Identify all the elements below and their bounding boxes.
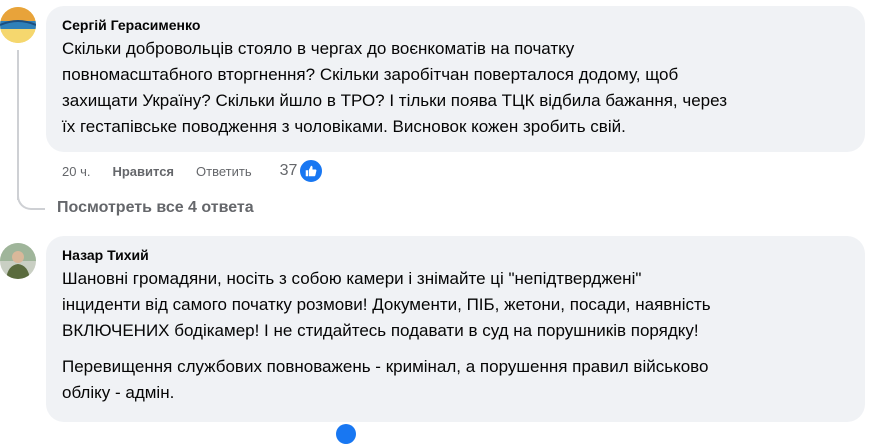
comment-text: Шановні громадяни, носіть з собою камери…	[62, 266, 853, 344]
avatar[interactable]	[0, 243, 36, 279]
comment-text: Перевищення службових повноважень - крим…	[62, 354, 853, 406]
thread-connector	[17, 190, 45, 210]
comment-text-line: їх гестапівське поводження з чоловіками.…	[62, 117, 626, 136]
comment-text-line: Перевищення службових повноважень - крим…	[62, 357, 709, 376]
avatar-image	[0, 7, 36, 43]
comment-timestamp[interactable]: 20 ч.	[62, 164, 90, 179]
reply-button[interactable]: Ответить	[196, 164, 252, 179]
comment-author[interactable]: Назар Тихий	[62, 246, 853, 264]
view-replies-link[interactable]: Посмотреть все 4 ответа	[57, 199, 254, 217]
avatar-image	[0, 243, 36, 279]
comment-text-line: інциденти від самого початку розмови! До…	[62, 295, 711, 314]
reaction-summary[interactable]: 37	[280, 159, 324, 183]
reaction-count: 37	[279, 162, 298, 179]
comment-bubble: Назар Тихий Шановні громадяни, носіть з …	[46, 236, 865, 422]
comment-bubble: Сергій Герасименко Скільки добровольців …	[46, 6, 865, 152]
comment-text: Скільки добровольців стояло в чергах до …	[62, 36, 853, 140]
comment-text-line: Шановні громадяни, носіть з собою камери…	[62, 269, 642, 288]
comment-text-line: ВКЛЮЧЕНИХ бодікамер! І не стидайтесь под…	[62, 321, 699, 340]
comment-text-line: повномасштабного вторгнення? Скільки зар…	[62, 65, 679, 84]
reaction-icon	[336, 424, 356, 444]
comment-text-line: Скільки добровольців стояло в чергах до …	[62, 39, 575, 58]
avatar[interactable]	[0, 7, 36, 43]
comment-text-line: захищати Україну? Скільки йшло в ТРО? І …	[62, 91, 728, 110]
comment-author[interactable]: Сергій Герасименко	[62, 16, 853, 34]
comment-actions: 20 ч. Нравится Ответить 37	[62, 157, 324, 185]
thumbs-up-icon	[299, 159, 324, 183]
comment-text-line: обліку - адмін.	[62, 383, 175, 402]
like-button[interactable]: Нравится	[112, 164, 174, 179]
thread-line	[17, 50, 19, 200]
